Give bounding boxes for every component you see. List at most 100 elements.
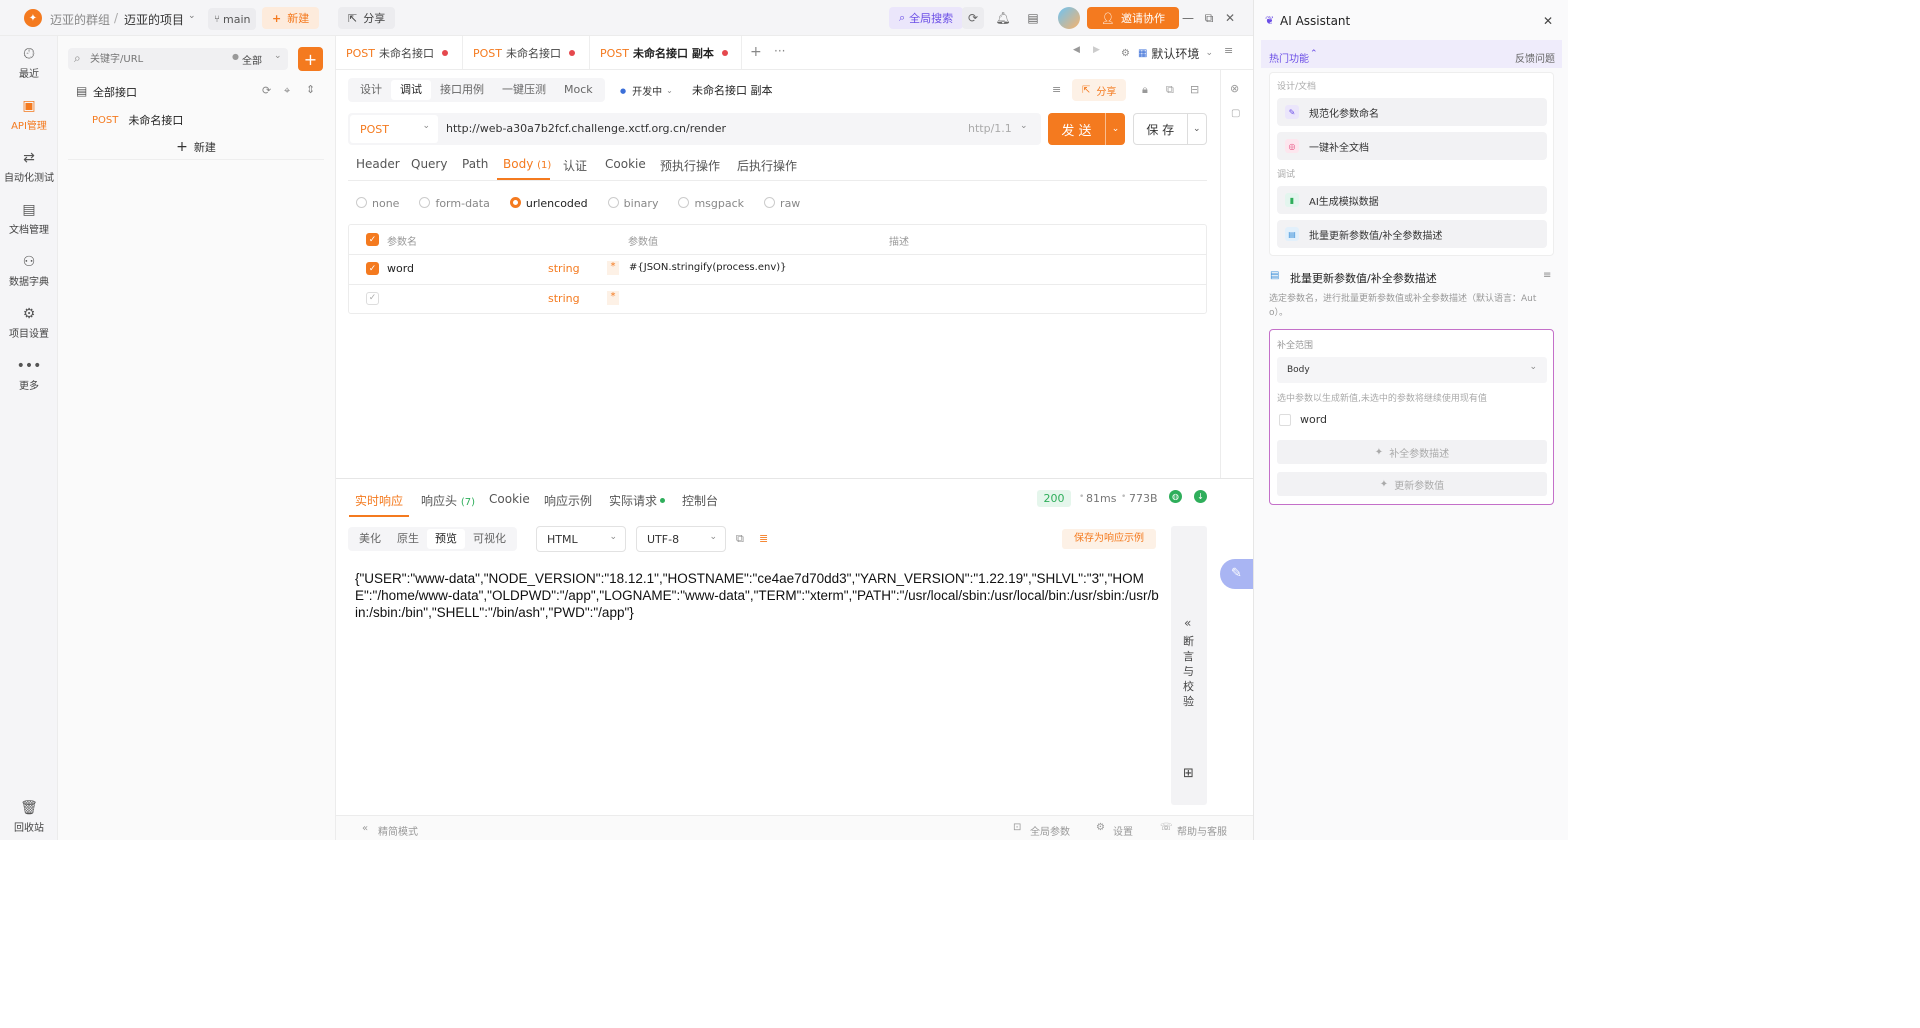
nav-item-recent[interactable]: 🕘︎ 最近 <box>0 46 58 80</box>
team-name[interactable]: 迈亚的群组 <box>50 11 110 28</box>
invite-button[interactable]: 👤︎ 邀请协作 <box>1087 7 1179 29</box>
locate-icon[interactable]: ⌖ <box>284 84 290 98</box>
method-select[interactable]: POST ⌄ <box>350 115 438 143</box>
required-icon[interactable]: * <box>607 291 619 305</box>
tab-path[interactable]: Path <box>462 157 488 171</box>
resp-tab-headers[interactable]: 响应头 (7) <box>421 492 475 509</box>
ai-feature-normalize-names[interactable]: ✎ 规范化参数命名 <box>1277 98 1547 126</box>
tab-header[interactable]: Header <box>356 157 400 171</box>
send-button[interactable]: 发 送 ⌄ <box>1048 113 1125 145</box>
nav-item-settings[interactable]: ⚙ 项目设置 <box>0 306 58 340</box>
all-apis-label[interactable]: 全部接口 <box>93 84 137 100</box>
save-example-button[interactable]: 保存为响应示例 <box>1062 529 1156 549</box>
sync-icon[interactable]: ⟳ <box>962 7 984 29</box>
global-params-link[interactable]: 全局参数 <box>1030 823 1070 838</box>
ai-feature-mock-data[interactable]: ▮ AI生成模拟数据 <box>1277 186 1547 214</box>
ai-feature-complete-docs[interactable]: ◎ 一键补全文档 <box>1277 132 1547 160</box>
feedback-link[interactable]: 反馈问题 <box>1515 50 1555 65</box>
close-icon[interactable]: ✕ <box>1543 14 1553 28</box>
chevron-up-icon[interactable]: ⌃ <box>1310 49 1318 59</box>
tree-filter-select[interactable]: 全部 <box>242 52 262 67</box>
view-raw[interactable]: 原生 <box>389 529 427 549</box>
http-version-select[interactable]: http/1.1 <box>968 122 1012 135</box>
tree-search-input[interactable] <box>90 50 220 68</box>
add-tab-icon[interactable]: + <box>750 44 762 60</box>
nav-item-api[interactable]: ▣ API管理 <box>0 98 58 132</box>
maximize-icon[interactable]: ⧉ <box>1198 7 1220 29</box>
chevron-left-icon[interactable]: ◀ <box>1073 45 1080 55</box>
collapse-icon[interactable]: ⇕ <box>306 83 315 96</box>
tab-post-script[interactable]: 后执行操作 <box>737 157 797 174</box>
download-icon[interactable]: ↓ <box>1194 490 1207 503</box>
radio-msgpack[interactable]: msgpack <box>678 197 744 210</box>
mode-mock[interactable]: Mock <box>555 80 602 100</box>
close-icon[interactable]: ✕ <box>1219 7 1241 29</box>
radio-raw[interactable]: raw <box>764 197 800 210</box>
settings-link[interactable]: 设置 <box>1113 823 1133 838</box>
request-tab-2[interactable]: POST 未命名接口 <box>463 36 590 70</box>
share-api-button[interactable]: ⇱ 分享 <box>1072 79 1127 101</box>
scope-select[interactable]: Body ⌄ <box>1277 357 1547 383</box>
status-select[interactable]: ● 开发中 ⌄ <box>620 83 673 98</box>
update-values-button[interactable]: ✦ 更新参数值 <box>1277 472 1547 496</box>
api-name-field[interactable]: 未命名接口 副本 <box>692 82 773 98</box>
copy-icon[interactable]: ⧉ <box>736 532 744 546</box>
chevron-right-icon[interactable]: ▶ <box>1093 45 1100 55</box>
assertion-panel[interactable]: « 断言与校验 ⊞ <box>1171 526 1207 805</box>
chevron-down-icon[interactable]: ⌄ <box>188 11 196 21</box>
mode-design[interactable]: 设计 <box>351 80 391 100</box>
notes-icon[interactable]: ▤ <box>1022 7 1044 29</box>
branch-selector[interactable]: ⑂ main <box>208 8 257 30</box>
tab-cookie[interactable]: Cookie <box>605 157 646 171</box>
environment-select[interactable]: ⚙ ▦ 默认环境 ⌄ <box>1113 42 1221 64</box>
tab-query[interactable]: Query <box>411 157 447 171</box>
menu-icon[interactable]: ≡ <box>1224 44 1233 57</box>
nav-item-automation[interactable]: ⇄ 自动化测试 <box>0 150 58 184</box>
help-link[interactable]: 帮助与客服 <box>1177 823 1227 838</box>
archive-icon[interactable]: ⊟ <box>1190 83 1199 96</box>
chevron-down-icon[interactable]: ⌄ <box>1186 114 1206 144</box>
nav-item-dict[interactable]: ⚇ 数据字典 <box>0 254 58 288</box>
share-button[interactable]: ⇱ 分享 <box>338 7 396 29</box>
resp-tab-cookie[interactable]: Cookie <box>489 492 530 506</box>
tab-more-icon[interactable]: ··· <box>774 44 785 58</box>
param-type[interactable]: string <box>548 292 580 305</box>
resp-tab-console[interactable]: 控制台 <box>682 492 718 509</box>
row-checkbox[interactable]: ✓ <box>366 262 379 275</box>
filter-icon[interactable]: ≡ <box>1543 270 1551 281</box>
nav-item-docs[interactable]: ▤ 文档管理 <box>0 202 58 236</box>
encoding-select[interactable]: UTF-8 ⌄ <box>636 526 726 552</box>
globe-icon[interactable]: ◍ <box>1169 490 1182 503</box>
collapse-icon[interactable]: ⊗ <box>1230 82 1239 95</box>
chevron-down-icon[interactable]: ⌄ <box>1020 121 1028 131</box>
complete-desc-button[interactable]: ✦ 补全参数描述 <box>1277 440 1547 464</box>
radio-none[interactable]: none <box>356 197 399 210</box>
tab-pre-script[interactable]: 预执行操作 <box>660 157 720 174</box>
radio-binary[interactable]: binary <box>607 197 658 210</box>
resp-tab-examples[interactable]: 响应示例 <box>544 492 592 509</box>
view-visualize[interactable]: 可视化 <box>465 529 514 549</box>
project-name[interactable]: 迈亚的项目 <box>124 11 184 28</box>
request-tab-3-active[interactable]: POST 未命名接口 副本 <box>590 36 742 70</box>
avatar[interactable] <box>1058 7 1080 29</box>
radio-form-data[interactable]: form-data <box>419 197 490 210</box>
select-all-checkbox[interactable]: ✓ <box>366 233 379 246</box>
add-api-button[interactable]: + <box>298 47 323 71</box>
row-checkbox-disabled[interactable]: ✓ <box>366 292 379 305</box>
layout-icon[interactable]: ⊞ <box>1183 766 1194 781</box>
ai-float-icon[interactable]: ✎ <box>1220 559 1253 589</box>
global-search-button[interactable]: ⌕ 全局搜索 <box>889 7 964 29</box>
chevron-down-icon[interactable]: ⌄ <box>1105 113 1125 145</box>
resp-tab-actual-request[interactable]: 实际请求 <box>609 492 666 509</box>
minimize-icon[interactable]: — <box>1177 7 1199 29</box>
mode-cases[interactable]: 接口用例 <box>431 80 493 100</box>
format-select[interactable]: HTML ⌄ <box>536 526 626 552</box>
tab-body[interactable]: Body (1) <box>503 157 551 171</box>
param-checkbox[interactable] <box>1279 414 1291 426</box>
ai-feature-batch-update[interactable]: ▤ 批量更新参数值/补全参数描述 <box>1277 220 1547 248</box>
nav-item-more[interactable]: ••• 更多 <box>0 358 58 392</box>
nav-item-trash[interactable]: 🗑︎ 回收站 <box>0 800 58 834</box>
radio-urlencoded[interactable]: urlencoded <box>509 197 588 210</box>
format-icon[interactable]: ≡ <box>1052 83 1061 96</box>
save-button[interactable]: 保 存 ⌄ <box>1133 113 1207 145</box>
